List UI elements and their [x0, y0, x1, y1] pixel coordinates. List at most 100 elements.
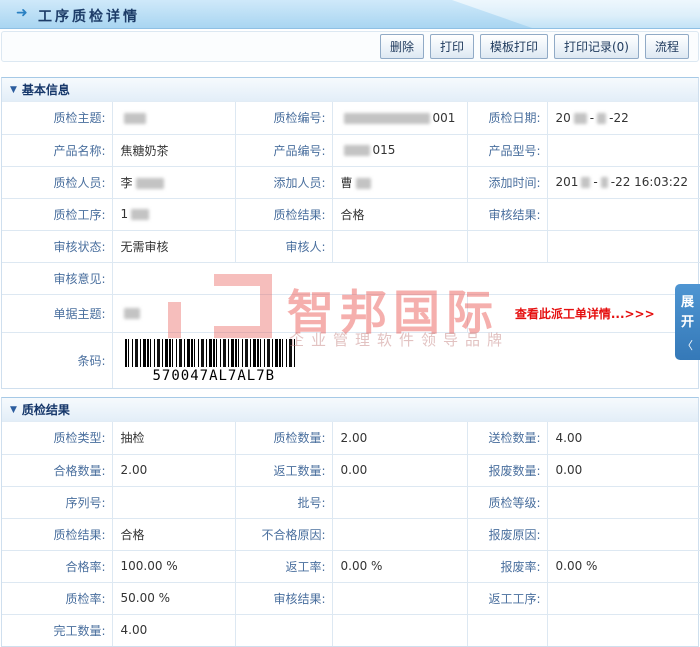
field-value [332, 614, 467, 646]
field-value: 曹 [332, 166, 467, 198]
field-value [332, 518, 467, 550]
field-value: 1 [112, 198, 235, 230]
field-value: 李 [112, 166, 235, 198]
field-label: 产品编号: [235, 134, 332, 166]
page-header: ➜ 工序质检详情 [0, 0, 700, 29]
title-arrow-icon: ➜ [16, 5, 28, 21]
field-value [112, 102, 235, 134]
field-value: 4.00 [112, 614, 235, 646]
field-value: 2.00 [112, 454, 235, 486]
print-record-button[interactable]: 打印记录(0) [554, 34, 639, 59]
field-label: 序列号: [2, 486, 112, 518]
field-label: 产品名称: [2, 134, 112, 166]
redacted-text [356, 178, 371, 189]
field-value [112, 294, 467, 332]
field-label: 报废率: [467, 550, 547, 582]
field-value: 100.00 % [112, 550, 235, 582]
field-label: 质检结果: [235, 198, 332, 230]
delete-button[interactable]: 删除 [380, 34, 424, 59]
field-value: 无需审核 [112, 230, 235, 262]
field-value: 焦糖奶茶 [112, 134, 235, 166]
field-label: 审核结果: [235, 582, 332, 614]
field-value: 015 [332, 134, 467, 166]
redacted-text [124, 308, 140, 319]
field-value [112, 486, 235, 518]
field-value [332, 230, 467, 262]
field-value: 001 [332, 102, 467, 134]
toolbar: 删除打印模板打印打印记录(0)流程 [1, 31, 699, 62]
field-value: 20--22 [547, 102, 700, 134]
field-label: 产品型号: [467, 134, 547, 166]
field-value: 合格 [332, 198, 467, 230]
page-title: 工序质检详情 [38, 6, 140, 26]
print-button[interactable]: 打印 [430, 34, 474, 59]
field-label: 返工率: [235, 550, 332, 582]
field-label: 条码: [2, 332, 112, 388]
expand-tab[interactable]: 展开 〈 [675, 284, 700, 360]
field-label: 完工数量: [2, 614, 112, 646]
field-label: 质检率: [2, 582, 112, 614]
field-value [547, 582, 700, 614]
field-value [547, 614, 700, 646]
section-basic-info: ▼ 基本信息 质检主题:质检编号:001质检日期:20--22产品名称:焦糖奶茶… [1, 77, 699, 389]
field-label: 审核结果: [467, 198, 547, 230]
field-value [547, 134, 700, 166]
field-value: 50.00 % [112, 582, 235, 614]
field-label: 质检日期: [467, 102, 547, 134]
field-label [467, 614, 547, 646]
field-value: 4.00 [547, 422, 700, 454]
field-label: 返工数量: [235, 454, 332, 486]
link-cell: 查看此派工单详情...>>> [467, 294, 700, 332]
barcode-cell: 570047AL7AL7B [112, 332, 700, 388]
field-label: 返工工序: [467, 582, 547, 614]
field-value [112, 262, 700, 294]
view-dispatch-order-link[interactable]: 查看此派工单详情...>>> [515, 307, 655, 321]
flow-button[interactable]: 流程 [645, 34, 689, 59]
field-label: 审核状态: [2, 230, 112, 262]
field-label: 添加人员: [235, 166, 332, 198]
redacted-text [601, 177, 608, 188]
field-label: 质检编号: [235, 102, 332, 134]
template-print-button[interactable]: 模板打印 [480, 34, 548, 59]
expand-arrow-icon: 〈 [679, 337, 696, 353]
field-value: 0.00 % [332, 550, 467, 582]
field-label [467, 230, 547, 262]
toolbar-buttons: 删除打印模板打印打印记录(0)流程 [380, 34, 689, 59]
field-label: 报废原因: [467, 518, 547, 550]
basic-info-section-header[interactable]: ▼ 基本信息 [2, 78, 698, 102]
field-label: 合格数量: [2, 454, 112, 486]
basic-info-table: 质检主题:质检编号:001质检日期:20--22产品名称:焦糖奶茶产品编号:01… [2, 102, 700, 388]
redacted-text [124, 113, 146, 124]
field-label: 审核人: [235, 230, 332, 262]
redacted-text [574, 113, 587, 124]
field-label: 质检工序: [2, 198, 112, 230]
barcode-text: 570047AL7AL7B [153, 368, 699, 384]
field-value: 0.00 [332, 454, 467, 486]
section-title: 基本信息 [22, 81, 70, 98]
collapse-triangle-icon[interactable]: ▼ [10, 405, 17, 415]
field-label: 质检等级: [467, 486, 547, 518]
section-qc-result: ▼ 质检结果 质检类型:抽检质检数量:2.00送检数量:4.00合格数量:2.0… [1, 397, 699, 647]
field-label: 质检人员: [2, 166, 112, 198]
field-label [235, 614, 332, 646]
field-value: 合格 [112, 518, 235, 550]
collapse-triangle-icon[interactable]: ▼ [10, 85, 17, 95]
field-value: 0.00 [547, 454, 700, 486]
redacted-text [136, 178, 164, 189]
field-value: 2.00 [332, 422, 467, 454]
field-label: 审核意见: [2, 262, 112, 294]
field-value: 抽检 [112, 422, 235, 454]
qc-result-section-header[interactable]: ▼ 质检结果 [2, 398, 698, 422]
field-label: 单据主题: [2, 294, 112, 332]
redacted-text [597, 113, 606, 124]
field-label: 添加时间: [467, 166, 547, 198]
redacted-text [131, 209, 149, 220]
field-label: 不合格原因: [235, 518, 332, 550]
barcode-image [125, 339, 297, 367]
redacted-text [344, 113, 430, 124]
field-value [547, 230, 700, 262]
field-label: 批号: [235, 486, 332, 518]
redacted-text [344, 145, 370, 156]
field-value [547, 198, 700, 230]
field-value: 0.00 % [547, 550, 700, 582]
